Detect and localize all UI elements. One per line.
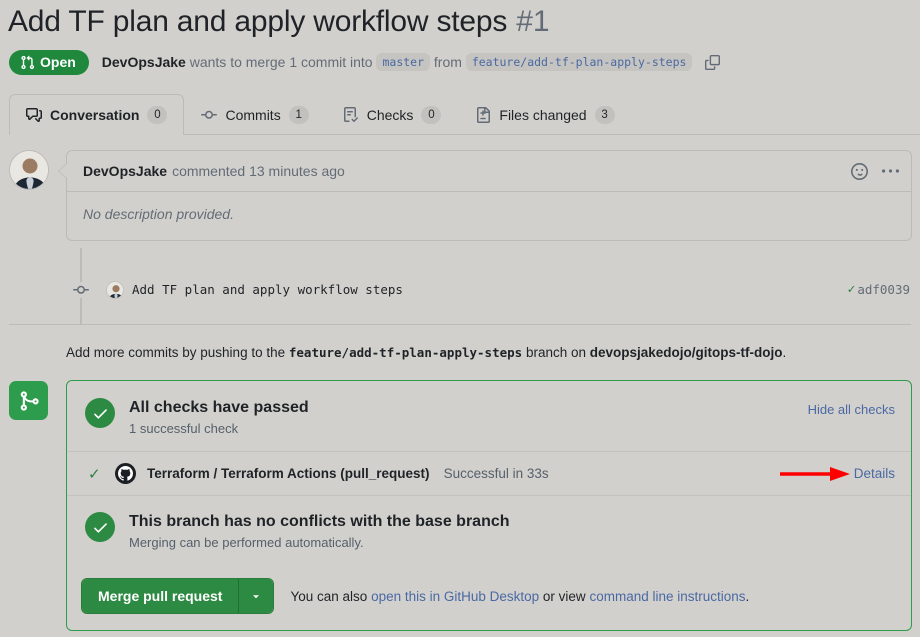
command-line-instructions-link[interactable]: command line instructions [589, 589, 745, 604]
pull-request-page: Add TF plan and apply workflow steps #1 … [0, 0, 920, 637]
page-title: Add TF plan and apply workflow steps #1 [8, 0, 912, 44]
checks-summary: All checks have passed 1 successful chec… [67, 381, 911, 451]
status-badge: Open [9, 49, 89, 75]
comment-header: DevOpsJake commented 13 minutes ago [58, 151, 911, 192]
tab-label: Commits [225, 106, 281, 123]
status-badge-label: Open [40, 54, 76, 70]
tab-counter: 0 [147, 105, 168, 124]
merge-description: DevOpsJake wants to merge 1 commit into … [102, 53, 721, 71]
help-suffix: . [745, 588, 750, 604]
red-pointer-arrow [780, 466, 852, 487]
commit-sha-group: ✓ adf0039 [847, 282, 910, 297]
tab-counter: 0 [421, 105, 442, 124]
check-run-details-link[interactable]: Details [854, 466, 895, 481]
timeline-line-bottom [80, 298, 82, 324]
triangle-down-icon [253, 595, 260, 599]
tab-label: Conversation [50, 106, 140, 123]
checks-title: All checks have passed [129, 399, 309, 416]
conflict-text: This branch has no conflicts with the ba… [129, 512, 510, 550]
tab-files-changed[interactable]: Files changed 3 [458, 94, 631, 134]
merge-actions: Merge pull request You can also open thi… [67, 566, 911, 630]
add-more-branch: feature/add-tf-plan-apply-steps [288, 345, 523, 360]
conflict-title: This branch has no conflicts with the ba… [129, 513, 510, 530]
tab-counter: 3 [594, 105, 615, 124]
commit-node-icon [73, 282, 89, 298]
clipboard-copy-icon[interactable] [705, 55, 721, 70]
base-branch-chip[interactable]: master [376, 53, 431, 71]
avatar[interactable] [9, 150, 49, 190]
add-more-middle: branch on [525, 345, 586, 360]
check-icon: ✓ [847, 282, 856, 297]
tab-counter: 1 [288, 105, 309, 124]
git-pull-request-icon [20, 55, 35, 70]
pr-title-text: Add TF plan and apply workflow steps [8, 5, 508, 38]
help-middle: or view [542, 588, 586, 604]
merge-options-dropdown[interactable] [239, 579, 274, 613]
merge-pull-request-button[interactable]: Merge pull request [82, 579, 239, 613]
commit-sha[interactable]: adf0039 [857, 282, 910, 297]
pr-number: #1 [516, 5, 550, 38]
tab-conversation[interactable]: Conversation 0 [9, 94, 185, 135]
kebab-horizontal-icon[interactable] [882, 163, 899, 180]
file-diff-icon [475, 106, 491, 123]
github-desktop-link[interactable]: open this in GitHub Desktop [371, 589, 539, 604]
conflict-subtitle: Merging can be performed automatically. [129, 535, 364, 550]
comment-caret-fill [59, 163, 68, 179]
merge-help-text: You can also open this in GitHub Desktop… [290, 589, 749, 604]
tab-commits[interactable]: Commits 1 [184, 94, 325, 134]
help-prefix: You can also [290, 588, 368, 604]
checks-passed-icon [85, 398, 115, 428]
merge-pull-request-button-group: Merge pull request [81, 578, 275, 614]
comment-body: No description provided. [83, 206, 234, 222]
add-more-suffix: . [782, 345, 787, 360]
add-more-repo: devopsjakedojo/gitops-tf-dojo [589, 345, 783, 360]
add-more-prefix: Add more commits by pushing to the [66, 345, 286, 360]
timeline-line-top [80, 248, 82, 282]
merge-box-caret-fill [67, 392, 69, 410]
comment-box: DevOpsJake commented 13 minutes ago No d… [58, 150, 912, 241]
pr-meta-bar: Open DevOpsJake wants to merge 1 commit … [9, 46, 912, 78]
check-icon: ✓ [88, 465, 101, 483]
checks-text: All checks have passed 1 successful chec… [129, 398, 309, 436]
hide-all-checks-link[interactable]: Hide all checks [808, 398, 895, 417]
merge-text-2: from [433, 54, 462, 70]
tab-label: Files changed [499, 106, 587, 123]
git-merge-icon [9, 381, 48, 420]
tab-label: Checks [366, 106, 414, 123]
github-actions-mark-icon [115, 463, 136, 484]
commit-author-avatar[interactable] [106, 281, 124, 299]
merge-text-1: wants to merge 1 commit into [189, 54, 373, 70]
commit-message[interactable]: Add TF plan and apply workflow steps [132, 282, 403, 297]
check-run-name[interactable]: Terraform / Terraform Actions (pull_requ… [147, 466, 430, 481]
timeline-divider [9, 324, 911, 325]
comment-author[interactable]: DevOpsJake [83, 163, 167, 179]
merge-box: All checks have passed 1 successful chec… [66, 380, 912, 631]
pr-tabs: Conversation 0 Commits 1 Checks 0 Files … [9, 94, 920, 135]
pr-author: DevOpsJake [101, 54, 186, 70]
comment-timestamp: commented 13 minutes ago [172, 163, 345, 179]
comment-discussion-icon [26, 107, 42, 123]
conflict-summary: This branch has no conflicts with the ba… [67, 496, 911, 566]
head-branch-chip[interactable]: feature/add-tf-plan-apply-steps [465, 53, 693, 71]
git-commit-icon [201, 107, 218, 123]
add-more-commits-text: Add more commits by pushing to the featu… [66, 345, 786, 360]
tab-checks[interactable]: Checks 0 [326, 94, 459, 134]
checks-subtitle: 1 successful check [129, 421, 239, 436]
smiley-icon[interactable] [851, 162, 868, 180]
no-conflicts-icon [85, 512, 115, 542]
check-run-status: Successful in 33s [443, 466, 549, 481]
checklist-icon [343, 106, 359, 123]
